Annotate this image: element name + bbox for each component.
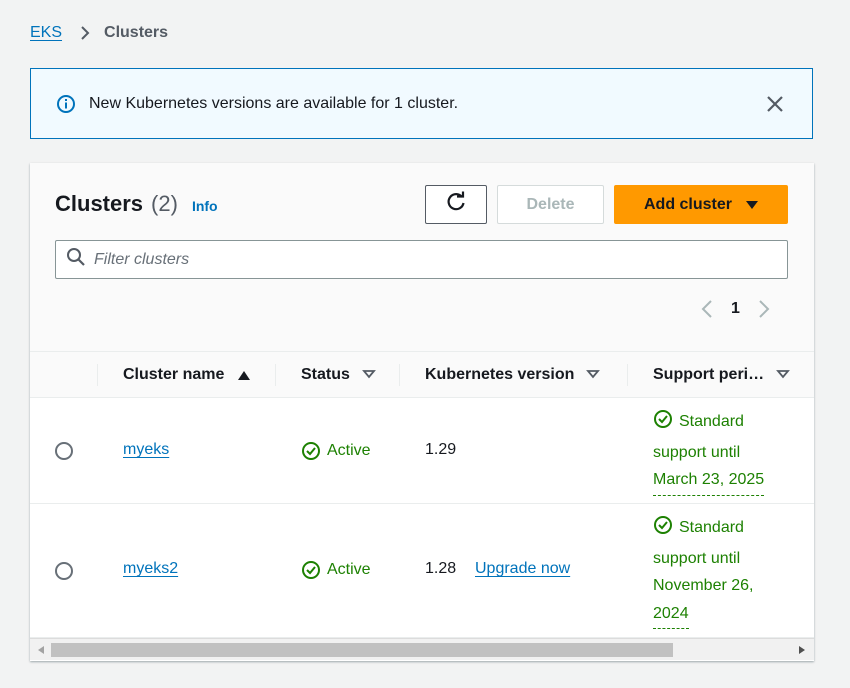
scroll-right-icon[interactable] [797, 644, 807, 656]
version-flash-notification: New Kubernetes versions are available fo… [30, 68, 813, 139]
flash-message: New Kubernetes versions are available fo… [89, 94, 459, 112]
add-cluster-label: Add cluster [643, 195, 732, 213]
table-row: myeks2 Active 1.28 Upgrade now Standard … [30, 504, 814, 638]
column-label: Cluster name [123, 366, 225, 383]
info-icon [55, 93, 77, 115]
column-header-kubernetes-version[interactable]: Kubernetes version [425, 352, 601, 398]
table-column-headers: Cluster name Status Kubernetes version S… [30, 351, 814, 398]
table-header-area: Clusters (2) Info Delete Add cluster 1 [30, 163, 814, 351]
page-number[interactable]: 1 [731, 300, 740, 318]
clusters-table-container: Clusters (2) Info Delete Add cluster 1 [30, 163, 814, 661]
search-icon [66, 247, 86, 272]
support-text[interactable]: 2024 [653, 600, 689, 629]
row-select-radio[interactable] [55, 442, 73, 460]
chevron-right-icon [80, 25, 90, 41]
support-text: November 26, [653, 577, 754, 594]
breadcrumb-current: Clusters [104, 24, 169, 41]
add-cluster-button[interactable]: Add cluster [614, 185, 788, 224]
horizontal-scrollbar[interactable] [30, 638, 814, 660]
caret-down-icon [746, 200, 758, 209]
page-title: Clusters (2) Info [55, 191, 218, 217]
check-circle-icon [653, 515, 673, 545]
info-link[interactable]: Info [192, 198, 218, 214]
breadcrumb: EKS Clusters [30, 24, 168, 42]
support-text: Standard [679, 519, 744, 536]
check-circle-icon [302, 442, 320, 460]
kubernetes-version: 1.29 [425, 441, 457, 458]
status-text: Active [327, 561, 371, 578]
sort-descending-icon [776, 366, 791, 384]
breadcrumb-eks-link[interactable]: EKS [30, 24, 62, 42]
filter-clusters-field[interactable] [55, 240, 788, 279]
kubernetes-version: 1.28 [425, 560, 457, 577]
clusters-count: (2) [151, 191, 178, 216]
row-select-radio[interactable] [55, 562, 73, 580]
column-divider [275, 364, 276, 386]
column-label: Status [301, 366, 350, 383]
upgrade-now-link[interactable]: Upgrade now [475, 560, 570, 578]
scrollbar-thumb[interactable] [51, 643, 673, 657]
refresh-icon [445, 191, 467, 218]
column-header-cluster-name[interactable]: Cluster name [123, 352, 251, 398]
delete-button[interactable]: Delete [497, 185, 604, 224]
support-text: support until [653, 443, 741, 461]
column-header-status[interactable]: Status [301, 352, 376, 398]
next-page-icon[interactable] [752, 297, 776, 321]
support-text[interactable]: March 23, 2025 [653, 466, 765, 496]
support-period: Standard support until March 23, 2025 [653, 408, 799, 496]
status-badge: Active [301, 441, 371, 461]
status-badge: Active [301, 560, 371, 580]
pagination: 1 [695, 297, 776, 321]
support-text: support until [653, 549, 741, 567]
close-icon[interactable] [764, 93, 786, 115]
delete-label: Delete [526, 195, 575, 213]
column-header-support-period[interactable]: Support peri… [653, 352, 791, 398]
previous-page-icon[interactable] [695, 297, 719, 321]
cluster-name-link[interactable]: myeks2 [123, 560, 178, 578]
check-circle-icon [653, 409, 673, 439]
sort-ascending-icon [238, 370, 251, 380]
support-text: Standard [679, 413, 744, 430]
column-divider [627, 364, 628, 386]
support-period: Standard support until November 26, 2024 [653, 514, 799, 629]
column-divider [399, 364, 400, 386]
refresh-button[interactable] [425, 185, 487, 224]
column-label: Kubernetes version [425, 366, 575, 383]
scroll-left-icon[interactable] [36, 644, 46, 656]
table-row: myeks Active 1.29 Standard support until… [30, 398, 814, 504]
sort-descending-icon [361, 366, 376, 384]
column-divider [97, 364, 98, 386]
status-text: Active [327, 442, 371, 459]
sort-descending-icon [586, 366, 601, 384]
filter-clusters-input[interactable] [94, 250, 734, 269]
column-label: Support peri… [653, 366, 765, 383]
clusters-title: Clusters [55, 191, 144, 216]
cluster-name-link[interactable]: myeks [123, 441, 169, 459]
check-circle-icon [302, 561, 320, 579]
